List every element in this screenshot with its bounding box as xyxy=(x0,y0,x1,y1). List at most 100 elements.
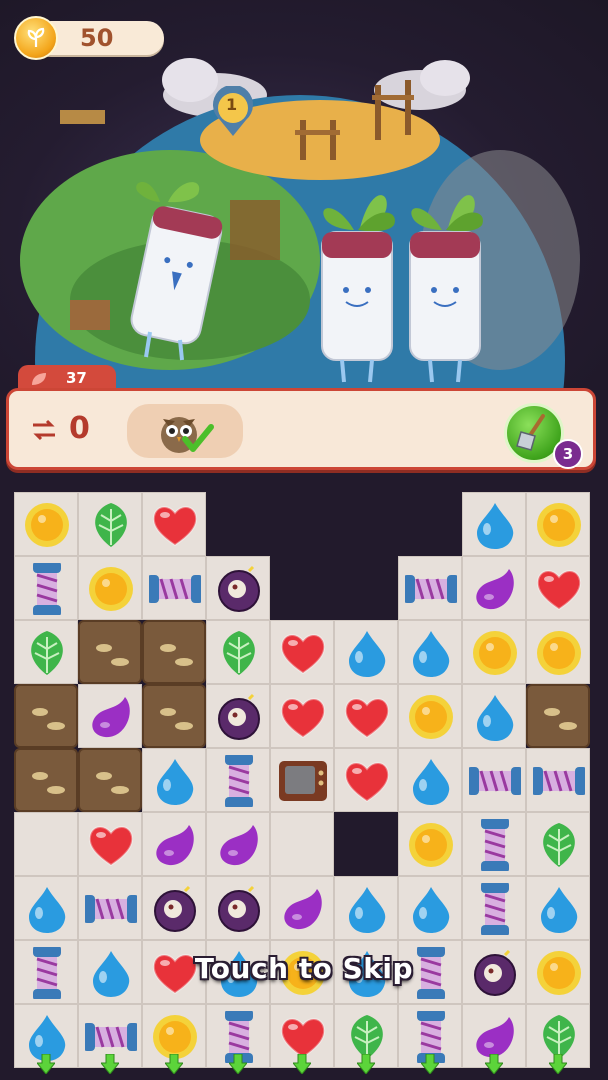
dirt-piece-icon[interactable] xyxy=(150,628,202,680)
rope-h-piece-icon[interactable] xyxy=(85,883,137,935)
board-cell[interactable] xyxy=(206,876,270,940)
dirt-piece-icon[interactable] xyxy=(86,756,138,808)
bomb-piece-icon[interactable] xyxy=(213,883,265,935)
leaf-piece-icon[interactable] xyxy=(21,627,73,679)
heart-piece-icon[interactable] xyxy=(341,755,393,807)
rope-h-piece-icon[interactable] xyxy=(533,755,585,807)
drop-piece-icon[interactable] xyxy=(21,883,73,935)
board-cell[interactable] xyxy=(14,748,78,812)
board-cell[interactable] xyxy=(142,556,206,620)
board-cell[interactable] xyxy=(142,748,206,812)
board-cell[interactable] xyxy=(142,492,206,556)
dirt-piece-icon[interactable] xyxy=(86,628,138,680)
board-cell[interactable] xyxy=(526,620,590,684)
heart-piece-icon[interactable] xyxy=(533,563,585,615)
board-cell[interactable] xyxy=(78,556,142,620)
drop-piece-icon[interactable] xyxy=(149,755,201,807)
board-cell[interactable] xyxy=(142,684,206,748)
board-cell[interactable] xyxy=(526,812,590,876)
board-cell[interactable] xyxy=(14,812,78,876)
grape-piece-icon[interactable] xyxy=(277,883,329,935)
board-cell[interactable] xyxy=(14,684,78,748)
game-board[interactable] xyxy=(0,484,608,1080)
dirt-piece-icon[interactable] xyxy=(22,692,74,744)
board-cell[interactable] xyxy=(270,748,334,812)
grape-piece-icon[interactable] xyxy=(85,691,137,743)
board-cell[interactable] xyxy=(206,620,270,684)
board-cell[interactable] xyxy=(270,684,334,748)
board-cell[interactable] xyxy=(398,556,462,620)
leaf-piece-icon[interactable] xyxy=(213,627,265,679)
board-cell[interactable] xyxy=(206,684,270,748)
sun-piece-icon[interactable] xyxy=(533,627,585,679)
rope-v-piece-icon[interactable] xyxy=(469,819,521,871)
board-cell[interactable] xyxy=(462,556,526,620)
drop-piece-icon[interactable] xyxy=(469,691,521,743)
board-cell[interactable] xyxy=(14,492,78,556)
board-cell[interactable] xyxy=(78,748,142,812)
grape-piece-icon[interactable] xyxy=(469,563,521,615)
board-cell[interactable] xyxy=(398,812,462,876)
board-cell[interactable] xyxy=(78,620,142,684)
rope-h-piece-icon[interactable] xyxy=(149,563,201,615)
board-cell[interactable] xyxy=(78,812,142,876)
drop-piece-icon[interactable] xyxy=(341,627,393,679)
touch-to-skip-prompt[interactable]: Touch to Skip xyxy=(0,952,608,985)
heart-piece-icon[interactable] xyxy=(341,691,393,743)
drop-piece-icon[interactable] xyxy=(533,883,585,935)
board-cell[interactable] xyxy=(398,620,462,684)
sun-piece-icon[interactable] xyxy=(469,627,521,679)
board-cell[interactable] xyxy=(334,684,398,748)
leaf-piece-icon[interactable] xyxy=(85,499,137,551)
rope-v-piece-icon[interactable] xyxy=(21,563,73,615)
board-cell[interactable] xyxy=(334,876,398,940)
board-cell[interactable] xyxy=(142,812,206,876)
grape-piece-icon[interactable] xyxy=(149,819,201,871)
drop-piece-icon[interactable] xyxy=(469,499,521,551)
board-cell[interactable] xyxy=(526,684,590,748)
dirt-piece-icon[interactable] xyxy=(534,692,586,744)
drop-piece-icon[interactable] xyxy=(405,627,457,679)
board-cell[interactable] xyxy=(14,556,78,620)
board-cell[interactable] xyxy=(526,556,590,620)
board-cell[interactable] xyxy=(462,684,526,748)
board-cell[interactable] xyxy=(206,812,270,876)
heart-piece-icon[interactable] xyxy=(277,691,329,743)
board-cell[interactable] xyxy=(462,812,526,876)
board-cell[interactable] xyxy=(462,876,526,940)
bomb-piece-icon[interactable] xyxy=(213,691,265,743)
heart-piece-icon[interactable] xyxy=(149,499,201,551)
board-cell[interactable] xyxy=(142,876,206,940)
board-cell[interactable] xyxy=(14,620,78,684)
sun-piece-icon[interactable] xyxy=(405,819,457,871)
board-cell[interactable] xyxy=(526,492,590,556)
rope-h-piece-icon[interactable] xyxy=(405,563,457,615)
bomb-piece-icon[interactable] xyxy=(213,563,265,615)
sun-piece-icon[interactable] xyxy=(405,691,457,743)
board-cell[interactable] xyxy=(14,876,78,940)
sun-piece-icon[interactable] xyxy=(21,499,73,551)
grape-piece-icon[interactable] xyxy=(213,819,265,871)
board-cell[interactable] xyxy=(78,492,142,556)
board-cell[interactable] xyxy=(206,748,270,812)
dirt-piece-icon[interactable] xyxy=(150,692,202,744)
bomb-piece-icon[interactable] xyxy=(149,883,201,935)
sun-piece-icon[interactable] xyxy=(85,563,137,615)
rope-h-piece-icon[interactable] xyxy=(469,755,521,807)
drop-piece-icon[interactable] xyxy=(405,883,457,935)
board-cell[interactable] xyxy=(270,620,334,684)
sun-piece-icon[interactable] xyxy=(533,499,585,551)
board-cell[interactable] xyxy=(142,620,206,684)
board-cell[interactable] xyxy=(398,748,462,812)
board-cell[interactable] xyxy=(398,876,462,940)
board-cell[interactable] xyxy=(462,748,526,812)
drop-piece-icon[interactable] xyxy=(405,755,457,807)
board-cell[interactable] xyxy=(270,812,334,876)
board-cell[interactable] xyxy=(334,748,398,812)
heart-piece-icon[interactable] xyxy=(277,627,329,679)
leaf-piece-icon[interactable] xyxy=(533,819,585,871)
rope-v-piece-icon[interactable] xyxy=(213,755,265,807)
board-cell[interactable] xyxy=(526,876,590,940)
dirt-piece-icon[interactable] xyxy=(22,756,74,808)
board-cell[interactable] xyxy=(462,620,526,684)
